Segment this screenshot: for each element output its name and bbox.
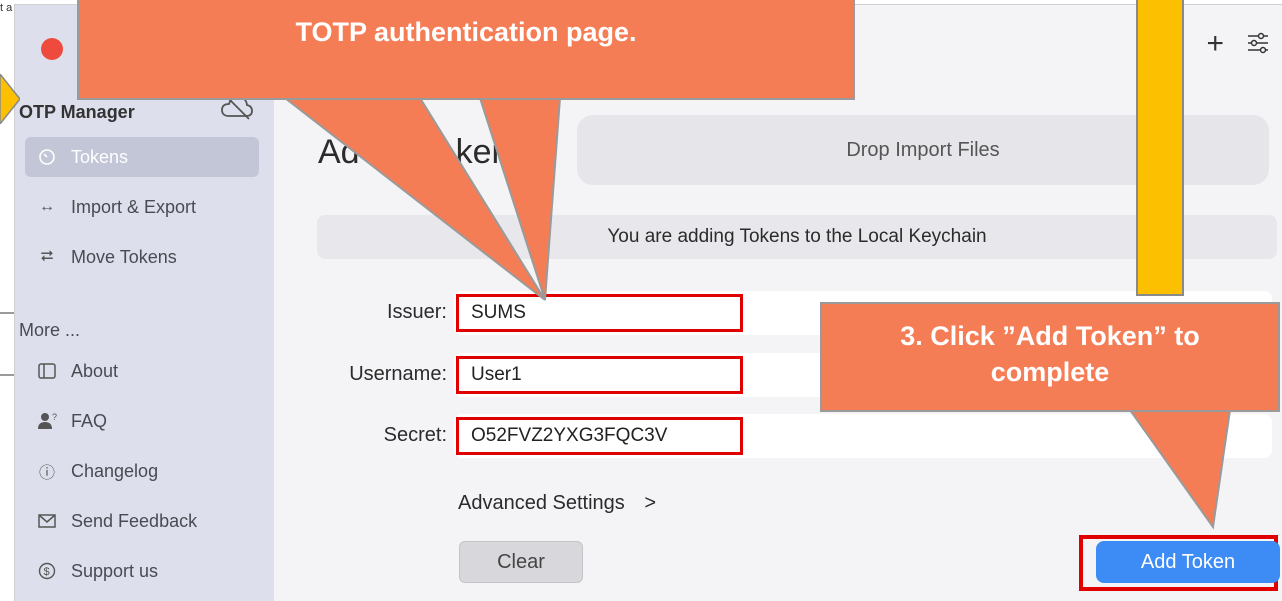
chevron-right-icon: > xyxy=(644,492,657,514)
callout3-line2: complete xyxy=(990,357,1110,387)
info-icon: ⓘ xyxy=(38,465,55,482)
sidebar-item-label: Changelog xyxy=(71,460,159,481)
secret-label: Secret: xyxy=(383,424,447,446)
move-icon: ⮂ xyxy=(40,248,54,265)
sidebar-item-send-feedback[interactable]: Send Feedback xyxy=(25,501,259,541)
page-title-left: Ad xyxy=(318,133,360,171)
sidebar-item-support-us[interactable]: $ Support us xyxy=(25,551,259,591)
sidebar-section-more: More ... xyxy=(19,320,81,340)
sidebar-item-label: Send Feedback xyxy=(71,510,198,531)
svg-text:$: $ xyxy=(44,566,50,578)
timer-icon xyxy=(37,147,57,167)
sidebar-header: OTP Manager xyxy=(19,102,135,122)
sliders-icon[interactable] xyxy=(1246,31,1270,55)
sidebar-item-about[interactable]: About xyxy=(25,351,259,391)
instruction-callout-1: TOTP authentication page. xyxy=(77,0,855,100)
advanced-settings-label: Advanced Settings xyxy=(458,492,625,514)
sidebar-panel-icon xyxy=(37,361,57,381)
add-token-button[interactable]: Add Token xyxy=(1096,541,1280,583)
username-input[interactable] xyxy=(456,356,743,394)
username-label: Username: xyxy=(349,363,447,385)
sidebar-item-changelog[interactable]: ⓘ Changelog xyxy=(25,451,259,491)
advanced-settings-toggle[interactable]: Advanced Settings > xyxy=(458,492,656,515)
secret-row: Secret: xyxy=(274,414,1282,458)
issuer-input[interactable] xyxy=(456,294,743,332)
background-edge-text: t a xyxy=(0,2,13,14)
sidebar-item-move-tokens[interactable]: ⮂ Move Tokens xyxy=(25,237,259,277)
envelope-icon xyxy=(37,511,57,531)
secret-input[interactable] xyxy=(456,417,743,455)
sidebar-item-faq[interactable]: ? FAQ xyxy=(25,401,259,441)
person-question-icon: ? xyxy=(37,411,57,431)
instruction-callout-3: 3. Click ”Add Token” to complete xyxy=(820,302,1280,412)
local-keychain-banner: You are adding Tokens to the Local Keych… xyxy=(317,215,1277,259)
sidebar-item-label: Import & Export xyxy=(71,196,197,217)
sidebar-item-label: FAQ xyxy=(71,410,108,431)
sidebar-item-label: Move Tokens xyxy=(71,246,177,267)
callout3-line1: 3. Click ”Add Token” to xyxy=(900,321,1200,351)
sidebar-item-label: About xyxy=(71,360,119,381)
callout1-text: TOTP authentication page. xyxy=(295,17,637,47)
svg-text:?: ? xyxy=(52,412,57,422)
page-title: Ad ken xyxy=(318,133,510,172)
issuer-label: Issuer: xyxy=(386,301,447,323)
dollar-icon: $ xyxy=(37,561,57,581)
close-window-button[interactable] xyxy=(41,38,63,60)
yellow-arrow-annotation xyxy=(1136,0,1184,296)
add-icon[interactable]: + xyxy=(1206,27,1224,61)
screenshot-stage: t a OTP Manager Tokens ↔ Import & Export xyxy=(0,0,1282,601)
page-title-right: ken xyxy=(455,133,511,171)
sidebar-item-label: Tokens xyxy=(71,146,129,167)
clear-button[interactable]: Clear xyxy=(459,541,583,583)
arrows-icon: ↔ xyxy=(39,198,55,215)
sidebar-item-label: Support us xyxy=(71,560,159,581)
sidebar-item-tokens[interactable]: Tokens xyxy=(25,137,259,177)
yellow-arrow-tip xyxy=(0,74,20,124)
sidebar-item-import-export[interactable]: ↔ Import & Export xyxy=(25,187,259,227)
